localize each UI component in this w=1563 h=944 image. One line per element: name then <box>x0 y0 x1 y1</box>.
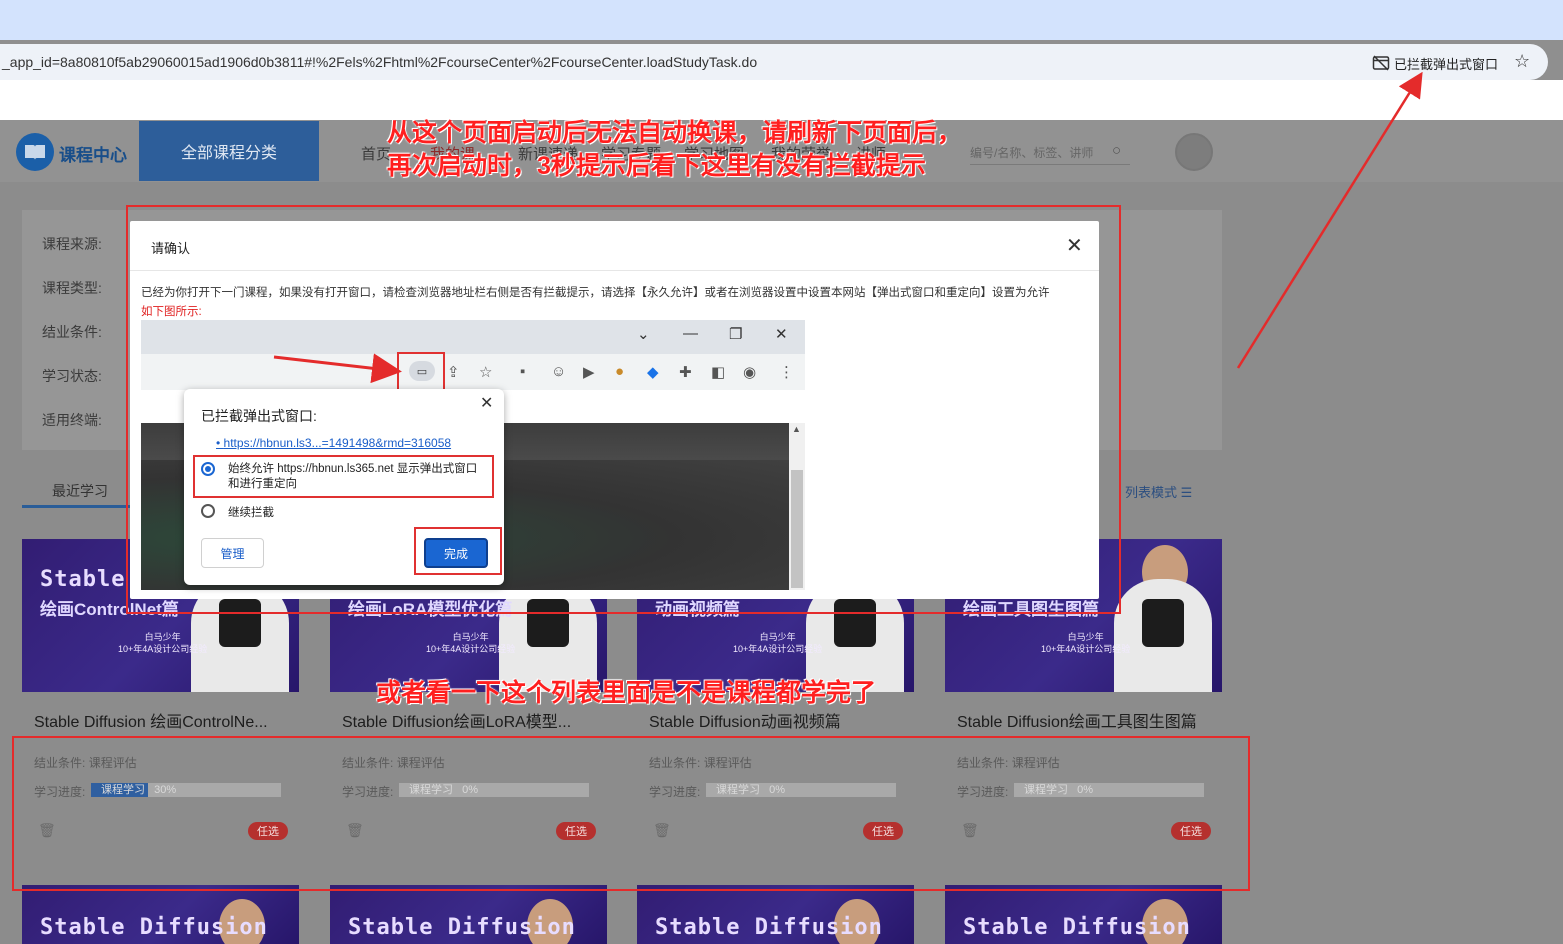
annotation-text-line1: 从这个页面启动后无法自动换课，请刷新下页面后， <box>387 119 963 147</box>
annotation-text-middle: 或者看一下这个列表里面是不是课程都学完了 <box>376 679 877 707</box>
arrow-to-popup-icon <box>273 353 402 384</box>
annotation-text-line2: 再次启动时，3秒提示后看下这里有没有拦截提示 <box>387 152 926 180</box>
arrow-to-address-bar-icon <box>1236 71 1423 369</box>
